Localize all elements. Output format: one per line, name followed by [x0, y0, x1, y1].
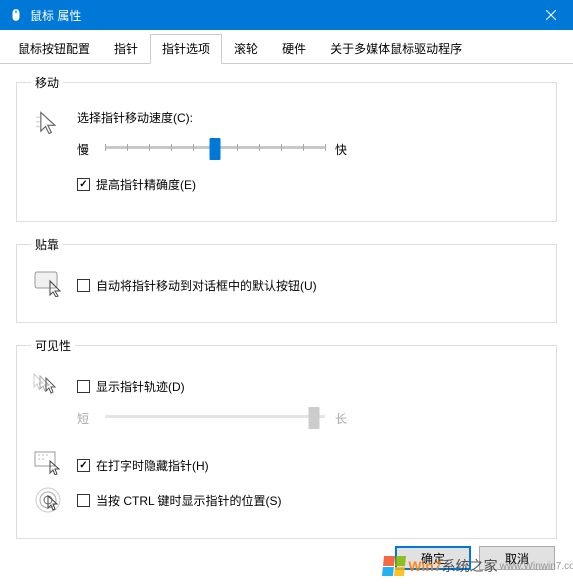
group-speed-legend: 移动 — [31, 74, 63, 91]
tab-bar: 鼠标按钮配置 指针 指针选项 滚轮 硬件 关于多媒体鼠标驱动程序 — [0, 30, 573, 64]
speed-label: 选择指针移动速度(C): — [77, 109, 542, 126]
close-button[interactable] — [528, 0, 573, 30]
ctrl-locate-checkbox[interactable] — [77, 494, 90, 507]
ctrl-locate-label: 当按 CTRL 键时显示指针的位置(S) — [96, 492, 282, 509]
tab-buttons[interactable]: 鼠标按钮配置 — [6, 34, 102, 63]
precision-checkbox[interactable] — [77, 178, 90, 191]
ctrl-locate-icon — [31, 486, 67, 516]
hide-typing-label: 在打字时隐藏指针(H) — [96, 457, 209, 474]
trails-label: 显示指针轨迹(D) — [96, 378, 185, 395]
tab-about[interactable]: 关于多媒体鼠标驱动程序 — [318, 34, 474, 63]
tab-wheel[interactable]: 滚轮 — [222, 34, 270, 63]
speed-slider[interactable] — [105, 136, 325, 162]
tab-content: 移动 选择指针移动速度(C): 慢 快 提高指针精确度( — [0, 64, 573, 563]
trails-icon — [31, 372, 67, 398]
snap-checkbox[interactable] — [77, 279, 90, 292]
group-snap: 贴靠 自动将指针移动到对话框中的默认按钮(U) — [16, 236, 557, 323]
watermark-url: www.Winwin7.com — [500, 561, 573, 572]
long-label: 长 — [335, 410, 353, 427]
close-icon — [546, 10, 556, 20]
hide-typing-checkbox[interactable] — [77, 459, 90, 472]
group-visibility-legend: 可见性 — [31, 337, 75, 354]
watermark-brand: Win7 — [408, 558, 441, 574]
watermark: Win7 系统之家 www.Winwin7.com — [383, 556, 573, 576]
titlebar: 鼠标 属性 — [0, 0, 573, 30]
snap-icon — [31, 271, 67, 297]
window-title: 鼠标 属性 — [30, 7, 528, 24]
cursor-speed-icon — [31, 109, 67, 137]
mouse-icon — [8, 7, 24, 23]
trails-slider — [105, 405, 325, 431]
group-snap-legend: 贴靠 — [31, 236, 63, 253]
precision-label: 提高指针精确度(E) — [96, 176, 196, 193]
tab-pointer-options[interactable]: 指针选项 — [150, 34, 222, 64]
snap-label: 自动将指针移动到对话框中的默认按钮(U) — [96, 277, 317, 294]
hide-typing-icon — [31, 451, 67, 475]
group-visibility: 可见性 显示指针轨迹(D) 短 长 — [16, 337, 557, 539]
tab-hardware[interactable]: 硬件 — [270, 34, 318, 63]
trails-checkbox[interactable] — [77, 380, 90, 393]
tab-pointer[interactable]: 指针 — [102, 34, 150, 63]
group-speed: 移动 选择指针移动速度(C): 慢 快 提高指针精确度( — [16, 74, 557, 222]
fast-label: 快 — [335, 141, 353, 158]
short-label: 短 — [77, 410, 95, 427]
watermark-text: 系统之家 — [442, 556, 498, 576]
slow-label: 慢 — [77, 141, 95, 158]
windows-flag-icon — [382, 556, 406, 576]
